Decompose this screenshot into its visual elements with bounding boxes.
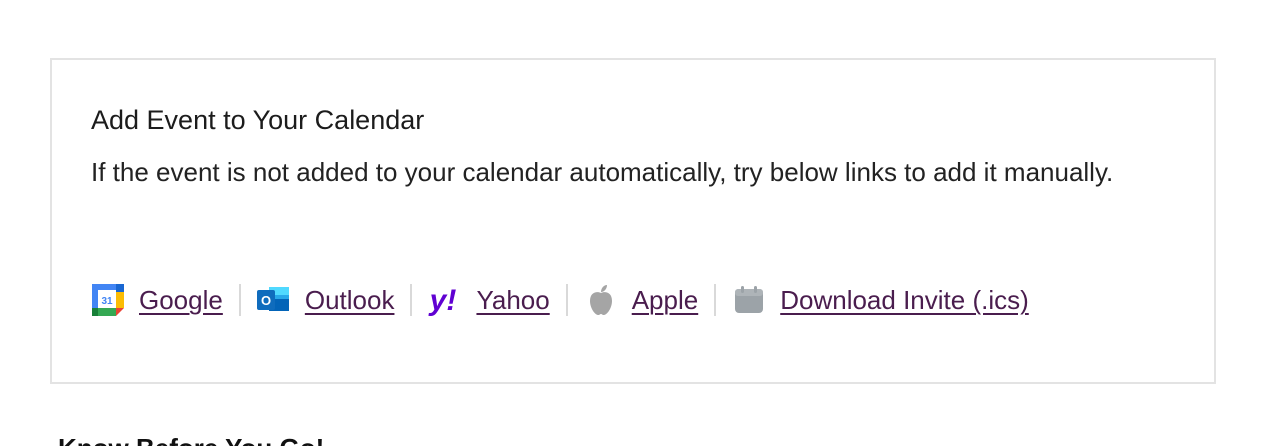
yahoo-icon: y!	[428, 283, 462, 317]
outlook-link-label: Outlook	[304, 285, 395, 315]
link-separator	[410, 284, 413, 316]
google-calendar-icon-text: 31	[101, 296, 113, 307]
card-description: If the event is not added to your calend…	[91, 157, 1114, 187]
apple-link[interactable]: Apple	[584, 283, 699, 317]
apple-icon	[584, 283, 618, 317]
card-title: Add Event to Your Calendar	[91, 105, 425, 135]
google-calendar-link[interactable]: 31 Google	[91, 283, 223, 317]
download-calendar-icon	[732, 283, 766, 317]
link-separator	[565, 284, 568, 316]
outlook-link[interactable]: O Outlook	[256, 283, 395, 317]
link-separator	[238, 284, 241, 316]
add-to-calendar-card: Add Event to Your Calendar If the event …	[50, 58, 1216, 384]
outlook-icon: O	[256, 283, 291, 317]
yahoo-link-label: Yahoo	[476, 285, 550, 315]
apple-link-label: Apple	[631, 285, 699, 315]
yahoo-link[interactable]: y! Yahoo	[428, 283, 549, 317]
download-invite-label: Download Invite (.ics)	[780, 285, 1029, 315]
google-link-label: Google	[139, 285, 223, 315]
page: Add Event to Your Calendar If the event …	[0, 0, 1274, 446]
know-before-you-go-heading: Know Before You Go!	[58, 432, 324, 446]
calendar-links: 31 Google O Outlook y! Yahoo Apple Downl…	[91, 278, 1029, 322]
outlook-icon-text: O	[261, 293, 271, 308]
link-separator	[714, 284, 717, 316]
google-calendar-icon: 31	[91, 283, 125, 317]
yahoo-icon-text: y!	[428, 284, 456, 316]
download-invite-link[interactable]: Download Invite (.ics)	[732, 283, 1029, 317]
